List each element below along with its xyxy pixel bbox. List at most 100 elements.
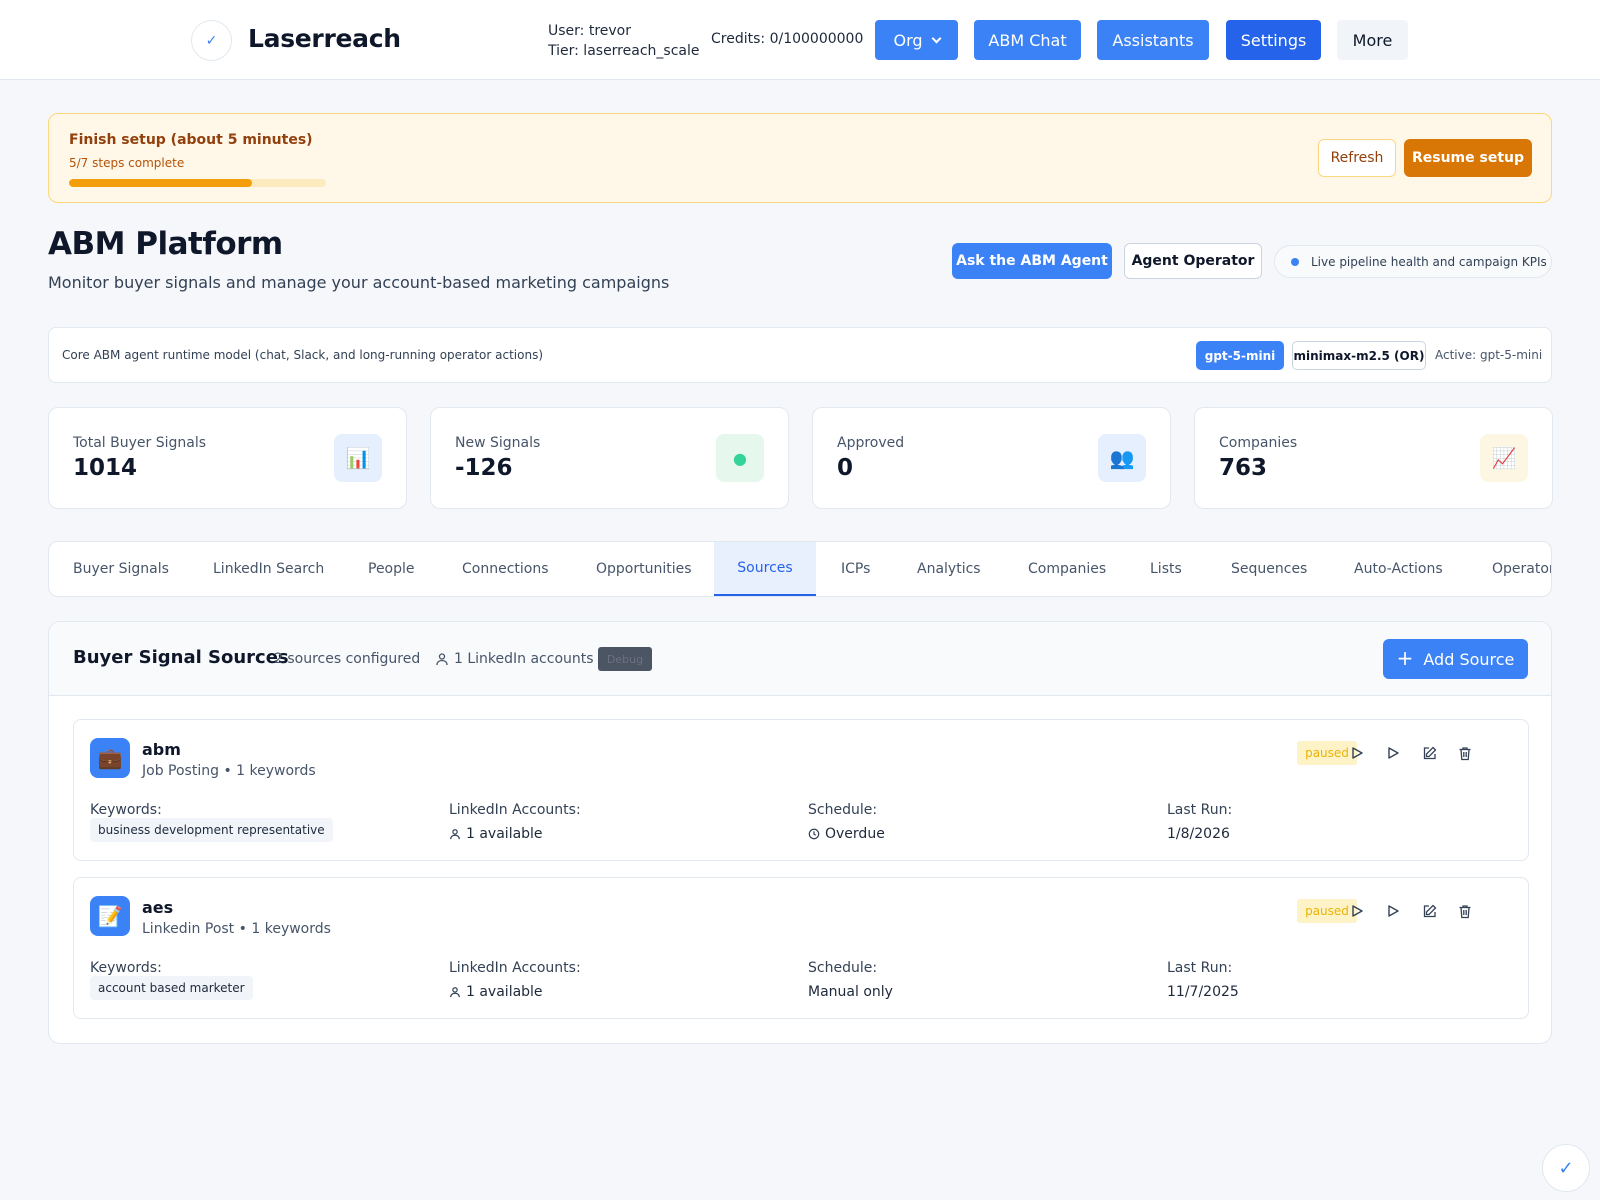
linkedin-accounts-label: 1 LinkedIn accounts bbox=[454, 651, 594, 667]
keyword-chip: account based marketer bbox=[90, 976, 253, 1000]
user-tier: Tier: laserreach_scale bbox=[548, 43, 700, 59]
credits-display: Credits: 0/100000000 bbox=[711, 31, 864, 47]
page-title: ABM Platform bbox=[48, 226, 283, 262]
assistants-button[interactable]: Assistants bbox=[1097, 20, 1209, 60]
abm-chat-button[interactable]: ABM Chat bbox=[974, 20, 1081, 60]
linkedin-accounts-label: LinkedIn Accounts: bbox=[449, 960, 581, 976]
run-icon[interactable] bbox=[1346, 900, 1368, 922]
source-meta: Linkedin Post • 1 keywords bbox=[142, 921, 331, 937]
edit-icon[interactable] bbox=[1418, 742, 1440, 764]
keywords-label: Keywords: bbox=[90, 802, 162, 818]
trash-icon[interactable] bbox=[1454, 742, 1476, 764]
assistant-launcher-icon[interactable]: ✓ bbox=[1542, 1144, 1590, 1192]
source-name: aes bbox=[142, 898, 174, 917]
model-option-gpt-5-mini[interactable]: gpt-5-mini bbox=[1196, 341, 1284, 370]
keywords-label: Keywords: bbox=[90, 960, 162, 976]
refresh-button[interactable]: Refresh bbox=[1318, 139, 1396, 177]
source-meta: Job Posting • 1 keywords bbox=[142, 763, 316, 779]
clock-icon bbox=[808, 828, 820, 840]
tab-connections[interactable]: Connections bbox=[462, 542, 549, 596]
setup-progress-fill bbox=[69, 179, 253, 187]
separator-dot: • bbox=[223, 763, 237, 779]
live-kpi-pill[interactable]: Live pipeline health and campaign KPIs bbox=[1274, 245, 1552, 278]
resume-setup-button[interactable]: Resume setup bbox=[1404, 139, 1532, 177]
bar-chart-icon: 📊 bbox=[334, 434, 382, 482]
live-kpi-label: Live pipeline health and campaign KPIs bbox=[1311, 254, 1547, 269]
stat-label: Approved bbox=[837, 435, 905, 451]
tab-icps[interactable]: ICPs bbox=[841, 542, 870, 596]
sources-panel: Buyer Signal Sources 2 sources configure… bbox=[48, 621, 1552, 1044]
org-label: Org bbox=[893, 30, 923, 50]
source-keyword-count: 1 keywords bbox=[251, 921, 331, 937]
trend-chart-icon: 📈 bbox=[1480, 434, 1528, 482]
brand-name[interactable]: Laserreach bbox=[248, 24, 401, 53]
linkedin-accounts-count: 1 LinkedIn accounts bbox=[435, 651, 594, 667]
setup-progress-bar bbox=[69, 179, 326, 187]
source-keyword-count: 1 keywords bbox=[236, 763, 316, 779]
tab-analytics[interactable]: Analytics bbox=[917, 542, 981, 596]
stat-label: Companies bbox=[1219, 435, 1298, 451]
source-card: 📝 aes Linkedin Post • 1 keywords paused … bbox=[73, 877, 1529, 1019]
tab-lists[interactable]: Lists bbox=[1150, 542, 1182, 596]
add-source-button[interactable]: + Add Source bbox=[1383, 639, 1528, 679]
play-icon[interactable] bbox=[1382, 900, 1404, 922]
stat-value: 1014 bbox=[73, 455, 138, 481]
more-button[interactable]: More bbox=[1337, 20, 1408, 60]
briefcase-icon: 💼 bbox=[90, 738, 130, 778]
tab-operator[interactable]: Operator bbox=[1492, 542, 1551, 596]
stat-card-approved: Approved 0 👥 bbox=[812, 407, 1171, 509]
logo-icon[interactable]: ✓ bbox=[191, 20, 232, 61]
tab-people[interactable]: People bbox=[368, 542, 415, 596]
last-run-label: Last Run: bbox=[1167, 802, 1233, 818]
run-icon[interactable] bbox=[1346, 742, 1368, 764]
source-type: Linkedin Post bbox=[142, 921, 235, 937]
separator-dot: • bbox=[238, 921, 252, 937]
tab-linkedin-search[interactable]: LinkedIn Search bbox=[213, 542, 324, 596]
tab-auto-actions[interactable]: Auto-Actions bbox=[1354, 542, 1443, 596]
stat-value: 763 bbox=[1219, 455, 1268, 481]
source-card: 💼 abm Job Posting • 1 keywords paused Ke… bbox=[73, 719, 1529, 861]
sources-panel-title: Buyer Signal Sources bbox=[73, 647, 289, 668]
edit-icon[interactable] bbox=[1418, 900, 1440, 922]
schedule-text: Overdue bbox=[825, 826, 885, 842]
tab-sequences[interactable]: Sequences bbox=[1231, 542, 1307, 596]
settings-button[interactable]: Settings bbox=[1226, 20, 1321, 60]
chevron-down-icon bbox=[931, 33, 941, 43]
schedule-label: Schedule: bbox=[808, 802, 878, 818]
user-icon bbox=[436, 653, 448, 666]
last-run-label: Last Run: bbox=[1167, 960, 1233, 976]
green-dot-icon: ● bbox=[716, 434, 764, 482]
sources-panel-header: Buyer Signal Sources 2 sources configure… bbox=[49, 622, 1551, 696]
trash-icon[interactable] bbox=[1454, 900, 1476, 922]
org-dropdown-button[interactable]: Org bbox=[875, 20, 958, 60]
schedule-value: Manual only bbox=[808, 984, 893, 1000]
active-model-text: Active: gpt-5-mini bbox=[1435, 348, 1543, 362]
tab-sources[interactable]: Sources bbox=[714, 542, 816, 596]
accounts-available: 1 available bbox=[466, 984, 543, 1000]
model-selector-bar: Core ABM agent runtime model (chat, Slac… bbox=[48, 327, 1552, 383]
stat-value: 0 bbox=[837, 455, 854, 481]
ask-abm-agent-button[interactable]: Ask the ABM Agent bbox=[952, 243, 1112, 279]
tab-companies[interactable]: Companies bbox=[1028, 542, 1106, 596]
model-option-minimax[interactable]: minimax-m2.5 (OR) bbox=[1292, 341, 1426, 370]
user-name: User: trevor bbox=[548, 23, 631, 39]
play-icon[interactable] bbox=[1382, 742, 1404, 764]
user-icon bbox=[450, 987, 460, 998]
keyword-chip: business development representative bbox=[90, 818, 333, 842]
stat-label: New Signals bbox=[455, 435, 541, 451]
setup-banner: Finish setup (about 5 minutes) 5/7 steps… bbox=[48, 113, 1552, 203]
last-run-value: 1/8/2026 bbox=[1167, 826, 1230, 842]
linkedin-accounts-value: 1 available bbox=[449, 984, 543, 1000]
debug-badge[interactable]: Debug bbox=[598, 647, 652, 671]
agent-operator-button[interactable]: Agent Operator bbox=[1124, 243, 1262, 279]
tab-buyer-signals[interactable]: Buyer Signals bbox=[49, 542, 193, 596]
source-name: abm bbox=[142, 740, 181, 759]
setup-title: Finish setup (about 5 minutes) bbox=[69, 132, 313, 148]
setup-progress-text: 5/7 steps complete bbox=[69, 156, 185, 170]
sources-count: 2 sources configured bbox=[274, 651, 421, 667]
tab-opportunities[interactable]: Opportunities bbox=[596, 542, 692, 596]
top-nav-bar: ✓ Laserreach User: trevor Tier: laserrea… bbox=[0, 0, 1600, 80]
last-run-value: 11/7/2025 bbox=[1167, 984, 1239, 1000]
page-subtitle: Monitor buyer signals and manage your ac… bbox=[48, 273, 670, 292]
linkedin-accounts-label: LinkedIn Accounts: bbox=[449, 802, 581, 818]
